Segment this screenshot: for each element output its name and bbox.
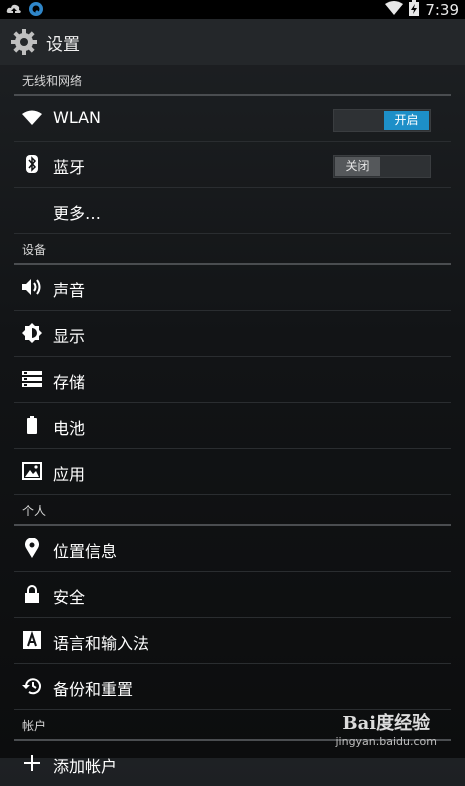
watermark-brand: Bai度经验 (342, 713, 431, 734)
list-item-storage[interactable]: 存储 (14, 357, 451, 403)
item-label: 存储 (53, 373, 86, 392)
section-title: 个人 (22, 504, 47, 518)
list-item-bluetooth[interactable]: 蓝牙 关闭 (14, 142, 451, 188)
clock: 7:39 (425, 0, 459, 19)
item-label: 应用 (53, 465, 86, 484)
wlan-toggle[interactable]: 开启 (333, 109, 431, 132)
bluetooth-toggle[interactable]: 关闭 (333, 155, 431, 178)
wifi-signal-icon (385, 0, 404, 19)
section-title: 无线和网络 (22, 74, 83, 88)
list-item-backup-reset[interactable]: 备份和重置 (14, 664, 451, 710)
settings-gear-icon[interactable] (10, 28, 38, 56)
section-header-personal: 个人 (0, 495, 465, 526)
item-label: 安全 (53, 588, 86, 607)
wifi-icon (22, 108, 42, 128)
volume-icon (22, 277, 42, 297)
language-icon (22, 630, 42, 650)
status-bar: 7:39 (0, 0, 465, 19)
app-notification-icon (28, 1, 44, 21)
list-item-sound[interactable]: 声音 (14, 265, 451, 311)
action-bar: 设置 (0, 19, 465, 65)
list-item-language[interactable]: 语言和输入法 (14, 618, 451, 664)
item-label: 蓝牙 (53, 158, 86, 177)
settings-list: 无线和网络 WLAN 开启 蓝牙 关闭 更多… 设备 声音 显示 存储 电池 应… (0, 65, 465, 786)
list-item-display[interactable]: 显示 (14, 311, 451, 357)
battery-icon (22, 415, 42, 435)
list-item-more[interactable]: 更多… (14, 188, 451, 234)
baidu-jingyan-watermark: Bai度经验 jingyan.baidu.com (335, 709, 437, 748)
section-title: 设备 (22, 243, 47, 257)
item-label: 显示 (53, 327, 86, 346)
item-label: 添加帐户 (53, 757, 118, 776)
backup-icon (22, 676, 42, 696)
item-label: 位置信息 (53, 542, 118, 561)
battery-status-icon (409, 0, 420, 20)
section-header-wireless: 无线和网络 (0, 65, 465, 96)
storage-icon (22, 369, 42, 389)
item-label: 备份和重置 (53, 680, 134, 699)
item-label: 电池 (53, 419, 86, 438)
brightness-icon (22, 323, 42, 343)
item-label: 更多… (53, 204, 102, 223)
list-item-battery[interactable]: 电池 (14, 403, 451, 449)
list-item-wlan[interactable]: WLAN 开启 (14, 96, 451, 142)
list-item-apps[interactable]: 应用 (14, 449, 451, 495)
watermark-url: jingyan.baidu.com (335, 735, 437, 748)
section-title: 帐户 (22, 719, 47, 733)
location-icon (22, 538, 42, 558)
section-header-device: 设备 (0, 234, 465, 265)
item-label: WLAN (53, 108, 102, 127)
item-label: 声音 (53, 281, 86, 300)
add-icon (22, 753, 42, 773)
bluetooth-icon (22, 154, 42, 174)
cloud-upload-icon (6, 2, 22, 21)
item-label: 语言和输入法 (53, 634, 150, 653)
apps-icon (22, 461, 42, 481)
toggle-on-label: 开启 (384, 111, 429, 130)
toggle-off-label: 关闭 (335, 157, 380, 176)
list-item-security[interactable]: 安全 (14, 572, 451, 618)
page-title: 设置 (46, 34, 80, 55)
lock-icon (22, 584, 42, 604)
list-item-location[interactable]: 位置信息 (14, 526, 451, 572)
